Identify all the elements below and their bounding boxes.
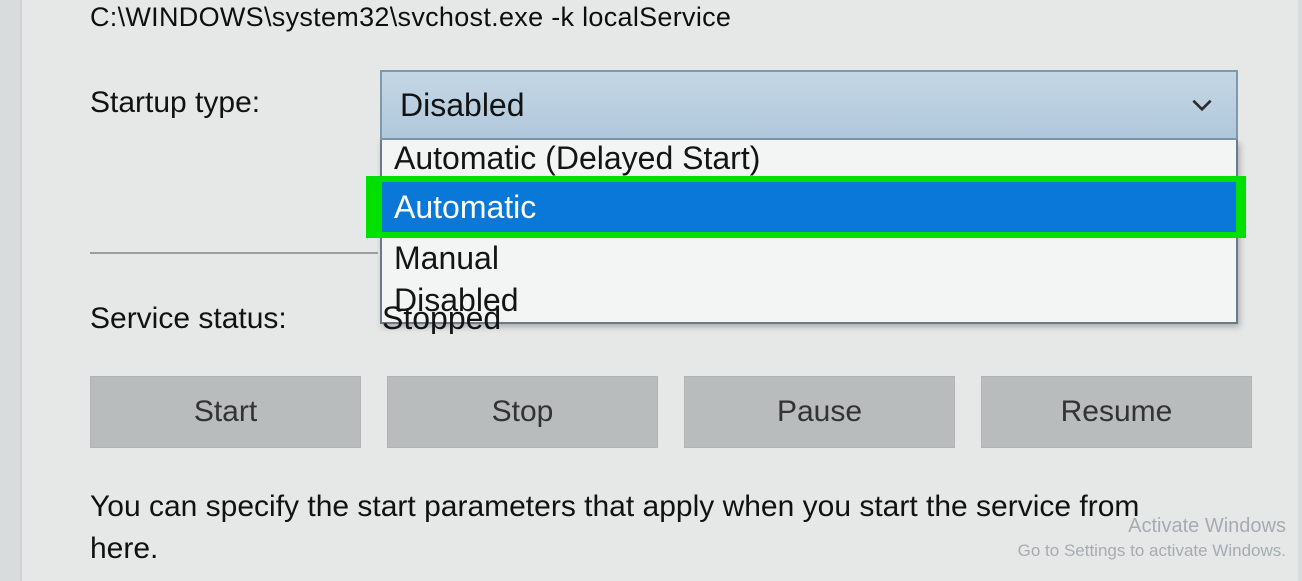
properties-panel: C:\WINDOWS\system32\svchost.exe -k local… [20,0,1298,581]
startup-type-selected[interactable]: Disabled [380,70,1238,140]
highlight-box: Automatic [366,176,1246,238]
startup-type-label: Startup type: [90,86,380,120]
control-buttons: Start Stop Pause Resume [90,376,1252,448]
resume-button[interactable]: Resume [981,376,1252,448]
option-manual[interactable]: Manual [382,238,1236,278]
divider [90,252,378,254]
start-button[interactable]: Start [90,376,361,448]
help-text: You can specify the start parameters tha… [90,486,1212,570]
stop-button[interactable]: Stop [387,376,658,448]
option-automatic-delayed[interactable]: Automatic (Delayed Start) [382,140,1236,176]
startup-type-combobox[interactable]: Disabled Automatic (Delayed Start) Autom… [380,70,1238,324]
startup-type-dropdown: Automatic (Delayed Start) Automatic Manu… [380,140,1238,324]
startup-type-value: Disabled [400,87,525,124]
service-status-value: Stopped [382,300,582,334]
service-status-label: Service status: [90,302,380,336]
pause-button[interactable]: Pause [684,376,955,448]
option-automatic[interactable]: Automatic [382,182,1236,232]
executable-path: C:\WINDOWS\system32\svchost.exe -k local… [90,2,731,33]
chevron-down-icon [1186,89,1218,121]
